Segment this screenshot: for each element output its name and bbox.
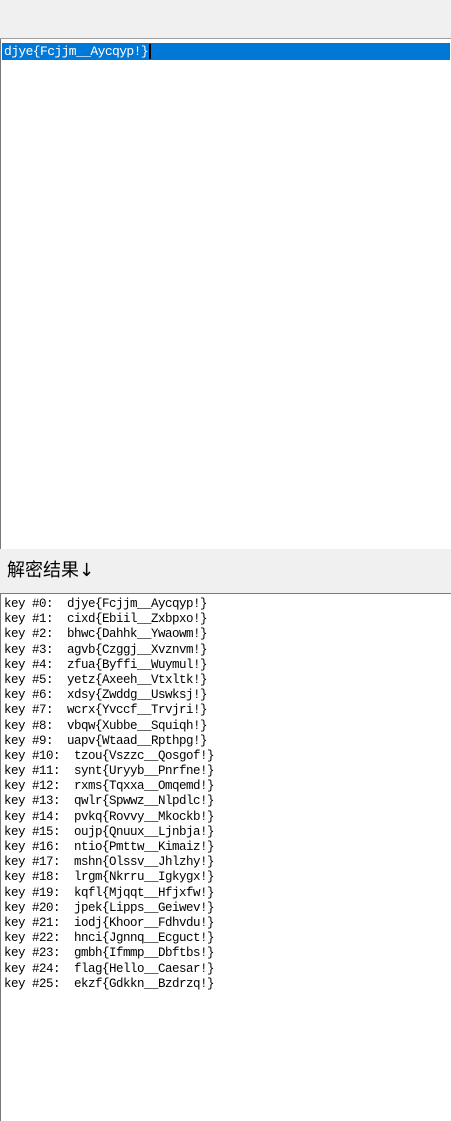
result-line: key #21: iodj{Khoor__Fdhvdu!} (4, 915, 215, 930)
decrypt-result-output[interactable]: key #0: djye{Fcjjm__Aycqyp!} key #1: cixd… (0, 593, 451, 1121)
result-line: key #16: ntio{Pmttw__Kimaiz!} (4, 840, 215, 854)
result-line: key #0: djye{Fcjjm__Aycqyp!} (4, 597, 208, 611)
text-caret (149, 44, 152, 60)
result-line: key #9: uapv{Wtaad__Rpthpg!} (4, 733, 208, 748)
result-line: key #10: tzou{Vszzc__Qosgof!} (4, 748, 215, 763)
result-line: key #1: cixd{Ebiil__Zxbpxo!} (4, 612, 208, 627)
result-line: key #7: wcrx{Yvccf__Trvjri!} (4, 703, 208, 718)
result-label-strip: 解密结果↓ (0, 549, 451, 593)
result-line: key #22: hnci{Jgnnq__Ecguct!} (4, 931, 215, 946)
result-line: key #11: synt{Uryyb__Pnrfne!} (4, 764, 215, 779)
toolbar-area (0, 0, 451, 39)
result-line: key #19: kqfl{Mjqqt__Hfjxfw!} (4, 885, 215, 900)
result-line: key #25: ekzf{Gdkkn__Bzdrzq!} (4, 976, 215, 991)
result-list: key #0: djye{Fcjjm__Aycqyp!} key #1: cixd… (4, 597, 215, 992)
app-window: djye{Fcjjm__Aycqyp!} 解密结果↓ key #0: djye{… (0, 0, 451, 1121)
result-line: key #5: yetz{Axeeh__Vtxltk!} (4, 672, 208, 687)
result-line: key #17: mshn{Olssv__Jhlzhy!} (4, 855, 215, 870)
result-label: 解密结果↓ (7, 560, 95, 581)
result-line: key #20: jpek{Lipps__Geiwev!} (4, 900, 215, 915)
result-line: key #6: xdsy{Zwddg__Uswksj!} (4, 688, 208, 703)
result-line: key #24: flag{Hello__Caesar!} (4, 961, 215, 976)
result-line: key #15: oujp{Qnuux__Ljnbja!} (4, 824, 215, 839)
result-line: key #8: vbqw{Xubbe__Squiqh!} (4, 718, 208, 733)
result-line: key #4: zfua{Byffi__Wuymul!} (4, 657, 208, 672)
result-line: key #23: gmbh{Ifmmp__Dbftbs!} (4, 946, 215, 961)
input-text: djye{Fcjjm__Aycqyp!} (4, 43, 152, 60)
result-line: key #14: pvkq{Rovvy__Mkockb!} (4, 809, 215, 824)
result-line: key #13: qwlr{Spwwz__Nlpdlc!} (4, 794, 215, 809)
result-line: key #3: agvb{Czggj__Xvznvm!} (4, 642, 208, 657)
result-line: key #2: bhwc{Dahhk__Ywaowm!} (4, 627, 208, 642)
selected-input-line[interactable]: djye{Fcjjm__Aycqyp!} (2, 43, 450, 60)
result-line: key #18: lrgm{Nkrru__Igkygx!} (4, 870, 215, 885)
ciphertext-input[interactable]: djye{Fcjjm__Aycqyp!} (0, 39, 451, 549)
result-line: key #12: rxms{Tqxxa__Omqemd!} (4, 779, 215, 794)
